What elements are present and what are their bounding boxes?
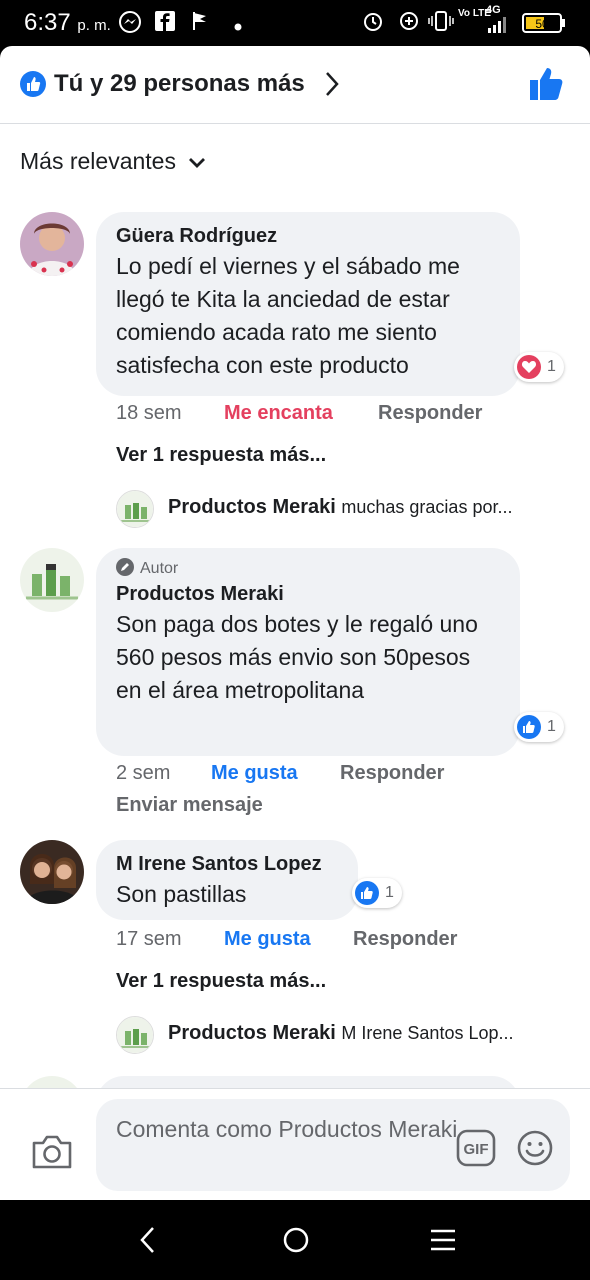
love-reaction-button[interactable]: Me encanta <box>224 402 333 425</box>
comment-text: Son pastillas <box>116 881 247 907</box>
love-reaction-icon <box>517 355 541 379</box>
reply-button[interactable]: Responder <box>378 402 482 425</box>
like-button[interactable]: Me gusta <box>211 762 298 785</box>
chevron-right-icon[interactable] <box>322 70 342 103</box>
reactions-header[interactable]: Tú y 29 personas más <box>0 46 590 124</box>
reply-author: Productos Meraki <box>168 496 336 518</box>
reply-avatar[interactable] <box>116 490 154 528</box>
like-post-button[interactable] <box>526 64 566 109</box>
view-more-replies-link[interactable]: Ver 1 respuesta más... <box>116 444 326 467</box>
chevron-down-icon <box>188 149 206 176</box>
status-bar: 6:37 p. m. Vo LTE 4G 50 <box>0 0 590 46</box>
reply-snippet: M Irene Santos Lop... <box>341 1023 514 1043</box>
commenter-name[interactable]: Productos Meraki <box>116 580 500 608</box>
messenger-icon <box>118 10 142 39</box>
camera-button[interactable] <box>30 1133 74 1176</box>
reaction-count-badge[interactable]: 1 <box>514 352 564 382</box>
commenter-name[interactable]: M Irene Santos Lopez <box>116 850 338 878</box>
battery-icon: 50 <box>522 12 566 39</box>
avatar[interactable] <box>20 212 84 276</box>
reply-preview[interactable]: Productos Meraki muchas gracias por... <box>168 496 512 519</box>
gif-button[interactable]: GIF <box>456 1129 496 1172</box>
avatar[interactable] <box>20 840 84 904</box>
pencil-icon <box>116 558 134 576</box>
alarm-icon <box>362 10 384 37</box>
commenter-name[interactable]: Güera Rodríguez <box>116 222 500 250</box>
reply-snippet: muchas gracias por... <box>341 497 513 517</box>
like-reaction-icon <box>517 715 541 739</box>
signal-icon <box>486 16 510 39</box>
facebook-icon <box>154 10 176 37</box>
network-4g-indicator: 4G <box>486 4 501 16</box>
comments-screen: Tú y 29 personas más Más relevantes Güer… <box>0 46 590 1200</box>
comment-time: 18 sem <box>116 402 182 424</box>
reply-avatar[interactable] <box>116 1016 154 1054</box>
comment-time: 17 sem <box>116 928 182 950</box>
comment-composer: Comenta como Productos Meraki GIF <box>0 1088 590 1200</box>
svg-text:50: 50 <box>535 17 549 31</box>
system-navigation-bar <box>0 1200 590 1280</box>
like-reaction-icon <box>355 881 379 905</box>
data-saver-icon <box>398 10 420 37</box>
vibrate-icon <box>428 10 454 37</box>
comment-time: 2 sem <box>116 762 171 784</box>
comment-input[interactable]: Comenta como Productos Meraki <box>96 1099 570 1191</box>
reply-preview[interactable]: Productos Meraki M Irene Santos Lop... <box>168 1022 514 1045</box>
comment-bubble[interactable]: Autor Productos Meraki Son paga dos bote… <box>96 548 520 756</box>
back-icon[interactable] <box>136 1224 160 1261</box>
svg-text:GIF: GIF <box>464 1141 489 1158</box>
reply-author: Productos Meraki <box>168 1022 336 1044</box>
flag-icon <box>190 10 210 37</box>
like-button[interactable]: Me gusta <box>224 928 311 951</box>
reply-button[interactable]: Responder <box>340 762 444 785</box>
comment-bubble[interactable]: Güera Rodríguez Lo pedí el viernes y el … <box>96 212 520 396</box>
author-badge: Autor <box>116 558 500 580</box>
reply-button[interactable]: Responder <box>353 928 457 951</box>
clock: 6:37 p. m. <box>24 9 111 36</box>
reactions-summary[interactable]: Tú y 29 personas más <box>54 70 305 98</box>
emoji-button[interactable] <box>516 1129 554 1172</box>
comment-text: Lo pedí el viernes y el sábado me llegó … <box>116 253 460 378</box>
home-icon[interactable] <box>281 1224 311 1261</box>
view-more-replies-link[interactable]: Ver 1 respuesta más... <box>116 970 326 993</box>
sort-dropdown[interactable]: Más relevantes <box>20 148 206 176</box>
comment-bubble[interactable]: M Irene Santos Lopez Son pastillas <box>96 840 358 920</box>
recent-apps-icon[interactable] <box>428 1224 458 1261</box>
sort-label: Más relevantes <box>20 148 176 174</box>
avatar[interactable] <box>20 548 84 612</box>
reaction-count-badge[interactable]: 1 <box>352 878 402 908</box>
comment-text: Son paga dos botes y le regaló uno 560 p… <box>116 611 478 703</box>
reaction-count-badge[interactable]: 1 <box>514 712 564 742</box>
notification-dot-icon <box>234 18 242 36</box>
send-message-button[interactable]: Enviar mensaje <box>116 794 263 817</box>
like-reaction-icon <box>20 71 46 97</box>
